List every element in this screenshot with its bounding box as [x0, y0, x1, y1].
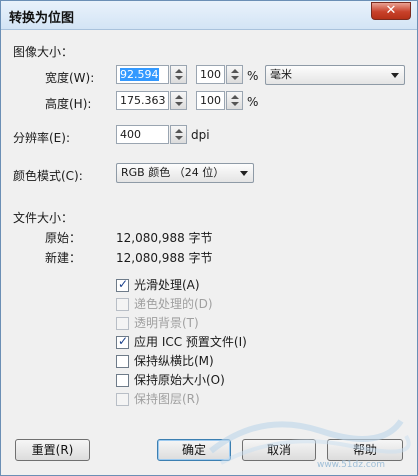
checkmark-icon: ✓	[118, 334, 129, 348]
resolution-label: 分辨率(E):	[13, 131, 70, 145]
checkbox[interactable]	[116, 374, 129, 387]
width-percent-value: 100	[200, 68, 221, 81]
checkbox[interactable]	[116, 355, 129, 368]
new-size-value: 12,080,988 字节	[116, 251, 213, 265]
checkmark-icon: ✓	[118, 277, 129, 291]
reset-button[interactable]: 重置(R)	[15, 439, 90, 461]
width-percent-unit: %	[247, 69, 259, 83]
new-size-label: 新建：	[45, 251, 82, 265]
resolution-input[interactable]: 400	[116, 125, 169, 144]
watermark-text: www.51dz.com	[317, 460, 385, 470]
width-percent-spinner[interactable]	[226, 65, 243, 84]
height-spinner[interactable]	[170, 91, 187, 110]
dialog-title: 转换为位图	[9, 11, 75, 26]
file-size-label: 文件大小：	[13, 211, 74, 225]
width-value: 92.594	[120, 68, 159, 81]
close-icon: ✕	[385, 3, 397, 18]
chevron-down-icon	[240, 171, 248, 176]
height-percent-unit: %	[247, 95, 259, 109]
convert-to-bitmap-dialog: 转换为位图 ✕ 图像大小： 宽度(W): 92.594 100 % 毫米 高度(…	[0, 0, 418, 476]
resolution-value: 400	[120, 128, 141, 141]
height-value: 175.363	[120, 94, 166, 107]
original-size-value: 12,080,988 字节	[116, 231, 213, 245]
image-size-label: 图像大小：	[13, 45, 74, 59]
height-percent-value: 100	[200, 94, 221, 107]
color-mode-label: 颜色模式(C):	[13, 169, 83, 183]
checkbox	[116, 393, 129, 406]
resolution-unit: dpi	[191, 128, 210, 142]
width-percent-input[interactable]: 100	[196, 65, 225, 84]
option-label: 递色处理的(D)	[134, 297, 213, 311]
height-percent-input[interactable]: 100	[196, 91, 225, 110]
original-size-label: 原始：	[45, 231, 82, 245]
checkbox	[116, 317, 129, 330]
checkbox	[116, 298, 129, 311]
color-mode-value: RGB 颜色 （24 位）	[121, 166, 225, 179]
option-label: 应用 ICC 预置文件(I)	[134, 335, 247, 349]
option-label: 保持纵横比(M)	[134, 354, 214, 368]
height-label: 高度(H):	[45, 97, 92, 111]
resolution-spinner[interactable]	[170, 125, 187, 144]
option-label: 保持原始大小(O)	[134, 373, 225, 387]
height-input[interactable]: 175.363	[116, 91, 169, 110]
option-label: 光滑处理(A)	[134, 278, 200, 292]
width-input[interactable]: 92.594	[116, 65, 169, 84]
height-percent-spinner[interactable]	[226, 91, 243, 110]
chevron-down-icon	[391, 73, 399, 78]
unit-select[interactable]: 毫米	[265, 65, 405, 85]
checkbox[interactable]: ✓	[116, 334, 129, 349]
unit-select-value: 毫米	[270, 68, 292, 81]
option-label: 透明背景(T)	[134, 316, 199, 330]
watermark-logo: www.51dz.com	[209, 419, 411, 470]
width-label: 宽度(W):	[45, 71, 95, 85]
checkbox[interactable]: ✓	[116, 277, 129, 292]
color-mode-select[interactable]: RGB 颜色 （24 位）	[116, 163, 254, 183]
title-bar[interactable]: 转换为位图 ✕	[1, 1, 417, 30]
option-label: 保持图层(R)	[134, 392, 200, 406]
close-button[interactable]: ✕	[371, 2, 411, 20]
width-spinner[interactable]	[170, 65, 187, 84]
